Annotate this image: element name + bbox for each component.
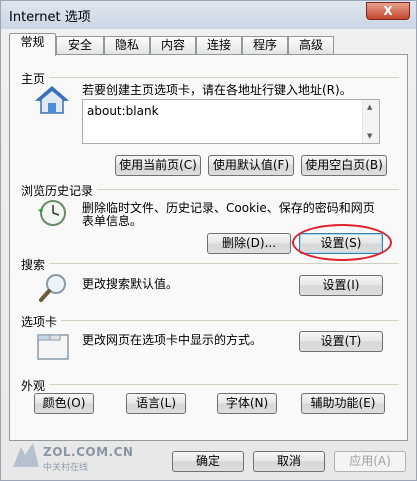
appearance-group-divider xyxy=(21,384,399,385)
colors-button[interactable]: 颜色(O) xyxy=(34,393,94,414)
watermark-main-text: ZOL.COM.CN xyxy=(43,445,134,459)
ok-button[interactable]: 确定 xyxy=(172,451,244,472)
magnifier-icon xyxy=(39,274,66,302)
appearance-group-label: 外观 xyxy=(21,377,50,394)
scroll-up-icon[interactable]: ▲ xyxy=(367,103,372,111)
tabs-group-label: 选项卡 xyxy=(21,313,62,330)
home-description: 若要创建主页选项卡，请在各地址行键入地址(R)。 xyxy=(82,83,352,97)
use-blank-button[interactable]: 使用空白页(B) xyxy=(301,155,387,176)
home-page-url-value: about:blank xyxy=(87,104,159,118)
internet-options-dialog: Internet 选项 X 常规 安全 隐私 内容 连接 程序 高级 主页 若要… xyxy=(0,0,417,481)
search-group-label: 搜索 xyxy=(21,256,50,273)
zol-watermark: ZOL.COM.CN 中关村在线 xyxy=(11,441,133,474)
history-group-label: 浏览历史记录 xyxy=(21,182,98,199)
search-description: 更改搜索默认值。 xyxy=(82,277,179,291)
tabs-description: 更改网页在选项卡中显示的方式。 xyxy=(82,333,263,347)
tab-general[interactable]: 常规 xyxy=(9,33,56,56)
accessibility-button[interactable]: 辅助功能(E) xyxy=(301,393,385,414)
delete-history-button[interactable]: 删除(D)... xyxy=(207,233,291,254)
cancel-button[interactable]: 取消 xyxy=(253,451,325,472)
fonts-button[interactable]: 字体(N) xyxy=(217,393,277,414)
tab-programs[interactable]: 程序 xyxy=(242,36,288,55)
tabs-group-divider xyxy=(21,320,399,321)
apply-button[interactable]: 应用(A) xyxy=(334,451,406,472)
highlight-ring xyxy=(292,224,392,261)
home-group-divider xyxy=(21,77,399,78)
home-page-url-field[interactable]: about:blank ▲ ▼ xyxy=(82,99,380,144)
history-clock-icon xyxy=(38,200,66,226)
url-field-scrollbar[interactable]: ▲ ▼ xyxy=(362,100,379,143)
tab-privacy[interactable]: 隐私 xyxy=(104,36,150,55)
search-settings-button[interactable]: 设置(I) xyxy=(299,275,383,296)
home-icon xyxy=(35,86,69,114)
close-button[interactable]: X xyxy=(366,2,410,20)
watermark-sub-text: 中关村在线 xyxy=(43,463,89,473)
scroll-down-icon[interactable]: ▼ xyxy=(367,132,372,140)
tab-advanced[interactable]: 高级 xyxy=(288,36,334,55)
use-default-button[interactable]: 使用默认值(F) xyxy=(208,155,294,176)
use-current-button[interactable]: 使用当前页(C) xyxy=(115,155,201,176)
tabs-settings-button[interactable]: 设置(T) xyxy=(299,331,383,352)
window-title: Internet 选项 xyxy=(9,10,91,25)
languages-button[interactable]: 语言(L) xyxy=(126,393,186,414)
zol-logo-icon xyxy=(13,443,39,467)
tab-connections[interactable]: 连接 xyxy=(196,36,242,55)
title-bar[interactable]: Internet 选项 X xyxy=(1,1,416,29)
tab-content[interactable]: 内容 xyxy=(150,36,196,55)
history-description-line2: 表单信息。 xyxy=(82,214,143,228)
tabbed-window-icon xyxy=(37,334,69,360)
search-group-divider xyxy=(21,263,399,264)
tab-security[interactable]: 安全 xyxy=(56,36,104,55)
